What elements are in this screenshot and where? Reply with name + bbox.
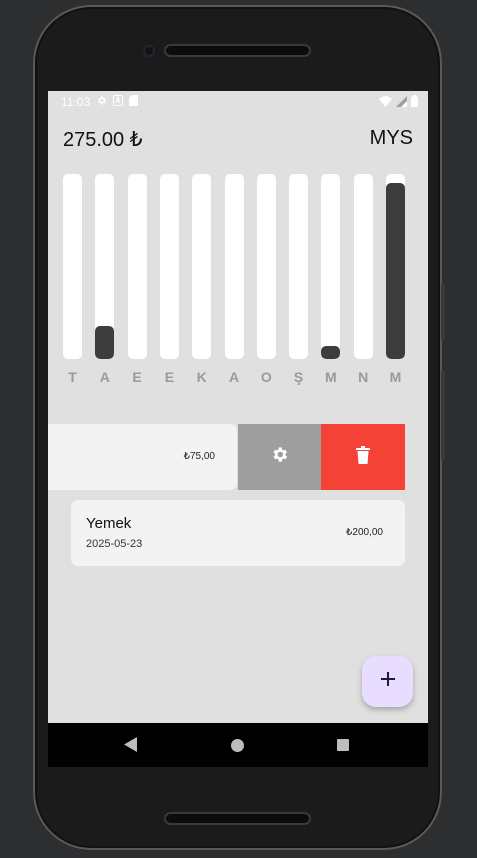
bar-label: T [68, 369, 77, 385]
transaction-card[interactable]: Yemek 2025-05-23 ₺200,00 [71, 500, 405, 566]
delete-action-button[interactable] [321, 424, 405, 490]
status-time: 11:03 [61, 95, 91, 109]
bar-track [63, 174, 82, 359]
bar-label: Ş [293, 369, 304, 385]
bar-track [192, 174, 212, 359]
bar-label: A [99, 369, 110, 385]
signal-icon [396, 95, 407, 110]
app-notification-icon [113, 95, 124, 109]
transaction-amount: ₺200,00 [346, 527, 383, 538]
bar-label: M [389, 369, 402, 385]
bar-track [386, 174, 405, 359]
bar-track [127, 174, 147, 359]
wifi-icon [379, 95, 392, 110]
bar-track [224, 174, 244, 359]
bar-label: K [196, 369, 207, 385]
bar-track [95, 174, 115, 359]
sd-card-icon [129, 95, 139, 109]
bar-label: M [325, 369, 337, 385]
front-camera [143, 45, 155, 57]
total-amount: 275.00 ₺ [63, 129, 143, 151]
bar-value [321, 346, 341, 359]
system-nav-bar [48, 723, 428, 767]
home-icon[interactable] [231, 739, 244, 752]
transaction-amount: ₺75,00 [183, 451, 215, 462]
power-button [441, 283, 445, 341]
bar-track [256, 174, 276, 359]
volume-button [441, 370, 445, 460]
status-bar: 11:03 [48, 91, 428, 113]
settings-icon [96, 95, 107, 109]
app-screen: 11:03 275.00 ₺ MYS T A E E K A O Ş M N M ₺75,00 Ye… [48, 91, 428, 767]
earpiece-speaker [164, 44, 311, 57]
bar-label: N [358, 369, 369, 385]
gear-icon [270, 445, 289, 469]
transaction-date: 2025-05-23 [86, 538, 143, 550]
bar-label: O [260, 369, 272, 385]
back-icon[interactable] [124, 737, 137, 757]
bar-label: E [164, 369, 175, 385]
bar-track [289, 174, 309, 359]
trash-icon [356, 445, 370, 469]
battery-icon [411, 95, 418, 110]
add-transaction-button[interactable] [362, 656, 413, 707]
bar-value [386, 183, 405, 359]
bar-track [321, 174, 341, 359]
bottom-speaker [164, 812, 311, 825]
bar-label: A [228, 369, 240, 385]
bar-track [353, 174, 373, 359]
edit-action-button[interactable] [238, 424, 321, 490]
plus-icon [380, 671, 396, 692]
transaction-card-swiped[interactable]: ₺75,00 [48, 424, 237, 490]
recents-icon[interactable] [337, 739, 349, 751]
month-label[interactable]: MYS [370, 127, 413, 150]
transaction-title: Yemek [86, 515, 132, 532]
bar-track [159, 174, 179, 359]
bar-label: E [132, 369, 142, 385]
bar-value [95, 325, 115, 359]
